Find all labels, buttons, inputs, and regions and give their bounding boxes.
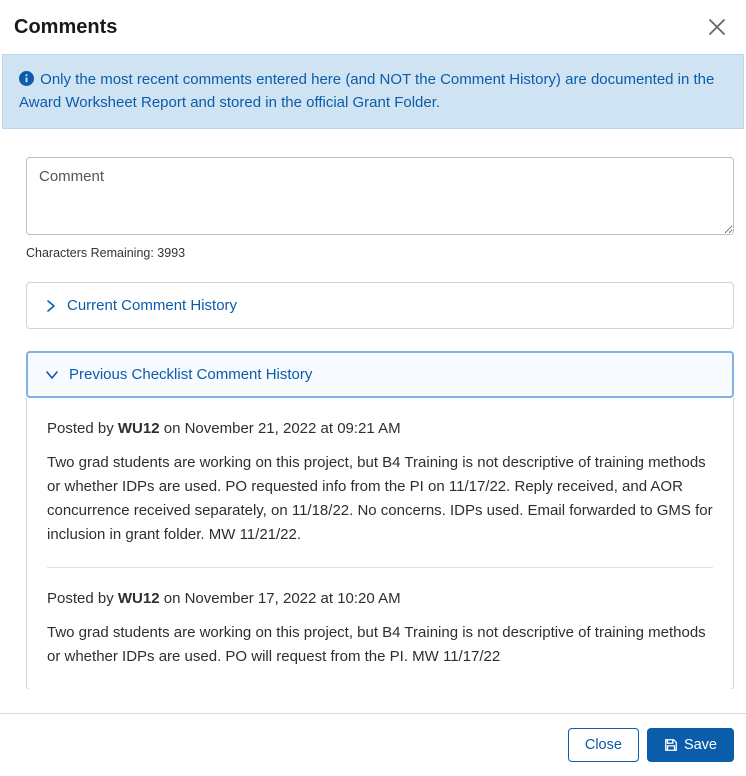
modal-title: Comments	[14, 16, 117, 39]
info-text: Only the most recent comments entered he…	[19, 71, 714, 111]
chevron-right-icon	[45, 299, 57, 313]
characters-remaining: Characters Remaining: 3993	[26, 246, 734, 260]
info-icon	[19, 71, 34, 86]
info-banner: Only the most recent comments entered he…	[2, 54, 744, 129]
scroll-area[interactable]: Characters Remaining: 3993 Current Comme…	[0, 129, 746, 689]
accordion-label: Previous Checklist Comment History	[69, 366, 312, 383]
history-meta: Posted by WU12 on November 17, 2022 at 1…	[47, 590, 713, 607]
close-icon[interactable]	[704, 14, 730, 40]
accordion-label: Current Comment History	[67, 297, 237, 314]
history-item: Posted by WU12 on November 21, 2022 at 0…	[47, 398, 713, 567]
history-meta: Posted by WU12 on November 21, 2022 at 0…	[47, 420, 713, 437]
save-icon	[664, 738, 678, 752]
history-author: WU12	[118, 420, 160, 437]
history-text: Two grad students are working on this pr…	[47, 451, 713, 547]
save-button[interactable]: Save	[647, 728, 734, 762]
modal-header: Comments	[0, 0, 746, 54]
history-author: WU12	[118, 590, 160, 607]
history-item: Posted by WU12 on November 17, 2022 at 1…	[47, 567, 713, 689]
chevron-down-icon	[45, 369, 59, 381]
history-text: Two grad students are working on this pr…	[47, 621, 713, 669]
previous-history-body: Posted by WU12 on November 21, 2022 at 0…	[26, 398, 734, 689]
modal-footer: Close Save	[0, 713, 746, 776]
close-button[interactable]: Close	[568, 728, 639, 762]
accordion-previous-history[interactable]: Previous Checklist Comment History	[26, 351, 734, 398]
comment-input[interactable]	[26, 157, 734, 235]
accordion-current-history[interactable]: Current Comment History	[26, 282, 734, 329]
